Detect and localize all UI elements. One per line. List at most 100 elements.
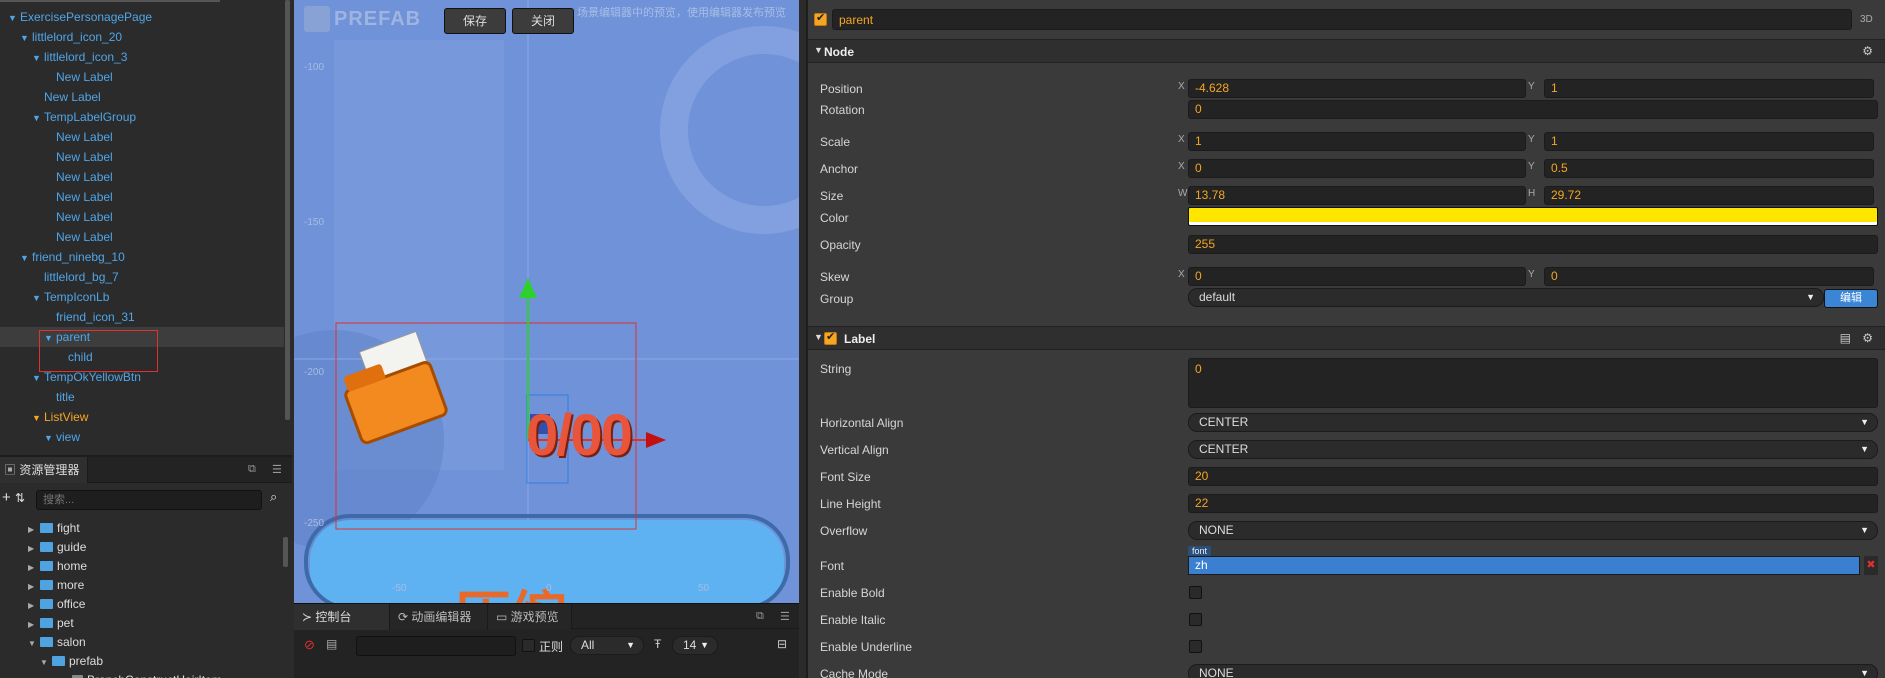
edit-group-button[interactable]: 编辑 (1824, 289, 1878, 308)
tree-arrow-icon[interactable]: ▼ (8, 8, 20, 28)
tree-item[interactable]: New Label (0, 207, 284, 227)
tree-item[interactable]: littlelord_bg_7 (0, 267, 284, 287)
tree-item[interactable]: title (0, 387, 284, 407)
rotation-field[interactable]: 0 (1188, 100, 1878, 119)
tab-console[interactable]: ≻ 控制台 (294, 604, 390, 630)
anchor-x-field[interactable]: 0 (1188, 159, 1526, 178)
tree-item[interactable]: New Label (0, 167, 284, 187)
clear-icon[interactable]: ⊘ (304, 637, 315, 653)
tree-arrow-icon[interactable]: ▼ (40, 653, 52, 672)
tab-game-preview[interactable]: ▭ 游戏预览 (488, 604, 572, 630)
close-button[interactable]: 关闭 (512, 8, 574, 34)
string-textarea[interactable]: 0 (1188, 358, 1878, 408)
asset-item[interactable]: ▶ pet (0, 614, 282, 633)
console-maximize-icon[interactable]: ⧉ (756, 610, 764, 623)
label-section-header[interactable]: ▼ Label ▤ ⚙ (808, 326, 1885, 350)
file-icon[interactable]: ▤ (326, 637, 337, 651)
position-x-field[interactable]: -4.628 (1188, 79, 1526, 98)
asset-item[interactable]: ▶ guide (0, 538, 282, 557)
menu-icon[interactable]: ☰ (272, 463, 282, 476)
tree-arrow-icon[interactable]: ▼ (32, 108, 44, 128)
tree-item[interactable]: ▼ view (0, 427, 284, 447)
enable-underline-checkbox[interactable] (1189, 640, 1202, 653)
scale-x-field[interactable]: 1 (1188, 132, 1526, 151)
tree-item[interactable]: New Label (0, 227, 284, 247)
tree-arrow-icon[interactable]: ▼ (32, 408, 44, 428)
cache-mode-select[interactable]: NONE ▼ (1188, 664, 1878, 678)
node-section-header[interactable]: ▼ Node ⚙ (808, 39, 1885, 63)
asset-item[interactable]: ▶ home (0, 557, 282, 576)
label-enabled-checkbox[interactable] (824, 330, 837, 345)
tree-item[interactable]: New Label (0, 67, 284, 87)
tab-assets[interactable]: ▣ 资源管理器 (0, 457, 89, 483)
asset-item[interactable]: ▼ salon (0, 633, 282, 652)
tree-arrow-icon[interactable]: ▼ (32, 48, 44, 68)
asset-item[interactable]: ▼ prefab (0, 652, 282, 671)
vertical-align-select[interactable]: CENTER ▼ (1188, 440, 1878, 459)
hierarchy-scrollbar[interactable] (285, 0, 290, 420)
tree-arrow-icon[interactable]: ▶ (28, 615, 40, 634)
gear-icon[interactable]: ⚙ (1862, 331, 1873, 345)
tree-arrow-icon[interactable]: ▼ (20, 28, 32, 48)
tree-arrow-icon[interactable]: ▼ (28, 634, 40, 653)
console-filter-input[interactable] (356, 636, 516, 656)
tree-item[interactable]: ▼ littlelord_icon_20 (0, 27, 284, 47)
book-icon[interactable]: ▤ (1840, 331, 1851, 345)
group-select[interactable]: default ▼ (1188, 288, 1824, 307)
enable-bold-checkbox[interactable] (1189, 586, 1202, 599)
tree-item[interactable]: ▼ ListView (0, 407, 284, 427)
node-name-input[interactable] (832, 9, 1852, 30)
collapse-icon[interactable]: ⊟ (777, 637, 787, 651)
tree-item[interactable]: New Label (0, 87, 284, 107)
font-size-select[interactable]: 14 ▼ (672, 636, 718, 655)
enable-italic-checkbox[interactable] (1189, 613, 1202, 626)
assets-scrollbar[interactable] (283, 537, 288, 567)
tree-arrow-icon[interactable]: ▶ (28, 520, 40, 539)
font-asset-field[interactable]: zh (1188, 556, 1860, 575)
font-size-field[interactable]: 20 (1188, 467, 1878, 486)
opacity-field[interactable]: 255 (1188, 235, 1878, 254)
scene-view[interactable]: 0/00 压缩 -100-150-200-250 -50050 PREFAB 保… (294, 0, 799, 603)
add-icon[interactable]: + (2, 489, 11, 506)
asset-item[interactable]: ▶ fight (0, 519, 282, 538)
asset-item[interactable]: ▶ more (0, 576, 282, 595)
tree-arrow-icon[interactable]: ▶ (28, 539, 40, 558)
tree-item[interactable]: ▼ TempLabelGroup (0, 107, 284, 127)
tree-item[interactable]: ▼ littlelord_icon_3 (0, 47, 284, 67)
clear-font-icon[interactable]: ✖ (1864, 556, 1878, 575)
anchor-y-field[interactable]: 0.5 (1544, 159, 1874, 178)
tab-animation-editor[interactable]: ⟳ 动画编辑器 (390, 604, 488, 630)
scale-y-field[interactable]: 1 (1544, 132, 1874, 151)
tree-item[interactable]: friend_icon_31 (0, 307, 284, 327)
line-height-field[interactable]: 22 (1188, 494, 1878, 513)
color-swatch[interactable] (1188, 207, 1878, 226)
sort-icon[interactable]: ⇅ (15, 491, 25, 505)
tree-arrow-icon[interactable]: ▶ (28, 577, 40, 596)
horizontal-align-select[interactable]: CENTER ▼ (1188, 413, 1878, 432)
console-menu-icon[interactable]: ☰ (780, 610, 790, 623)
tree-item[interactable]: ▼ ExercisePersonagePage (0, 7, 284, 27)
tree-arrow-icon[interactable]: ▼ (44, 428, 56, 448)
log-level-select[interactable]: All ▼ (570, 636, 644, 655)
tree-arrow-icon[interactable]: ▼ (32, 288, 44, 308)
tree-item[interactable]: New Label (0, 147, 284, 167)
maximize-icon[interactable]: ⧉ (248, 463, 256, 476)
skew-x-field[interactable]: 0 (1188, 267, 1526, 286)
tree-item[interactable]: New Label (0, 127, 284, 147)
assets-search-input[interactable] (36, 490, 262, 510)
tree-arrow-icon[interactable]: ▶ (28, 558, 40, 577)
search-icon[interactable]: ⌕ (270, 489, 277, 505)
gear-icon[interactable]: ⚙ (1862, 44, 1873, 58)
mode-3d-toggle[interactable]: 3D (1860, 14, 1873, 25)
overflow-select[interactable]: NONE ▼ (1188, 521, 1878, 540)
node-active-checkbox[interactable] (814, 11, 827, 26)
tree-item[interactable]: ▼ TempIconLb (0, 287, 284, 307)
tree-arrow-icon[interactable]: ▶ (28, 596, 40, 615)
position-y-field[interactable]: 1 (1544, 79, 1874, 98)
size-h-field[interactable]: 29.72 (1544, 186, 1874, 205)
size-w-field[interactable]: 13.78 (1188, 186, 1526, 205)
asset-item[interactable]: ▶ office (0, 595, 282, 614)
tree-item[interactable]: ▼ friend_ninebg_10 (0, 247, 284, 267)
tree-arrow-icon[interactable]: ▼ (20, 248, 32, 268)
regex-checkbox[interactable] (522, 639, 535, 652)
